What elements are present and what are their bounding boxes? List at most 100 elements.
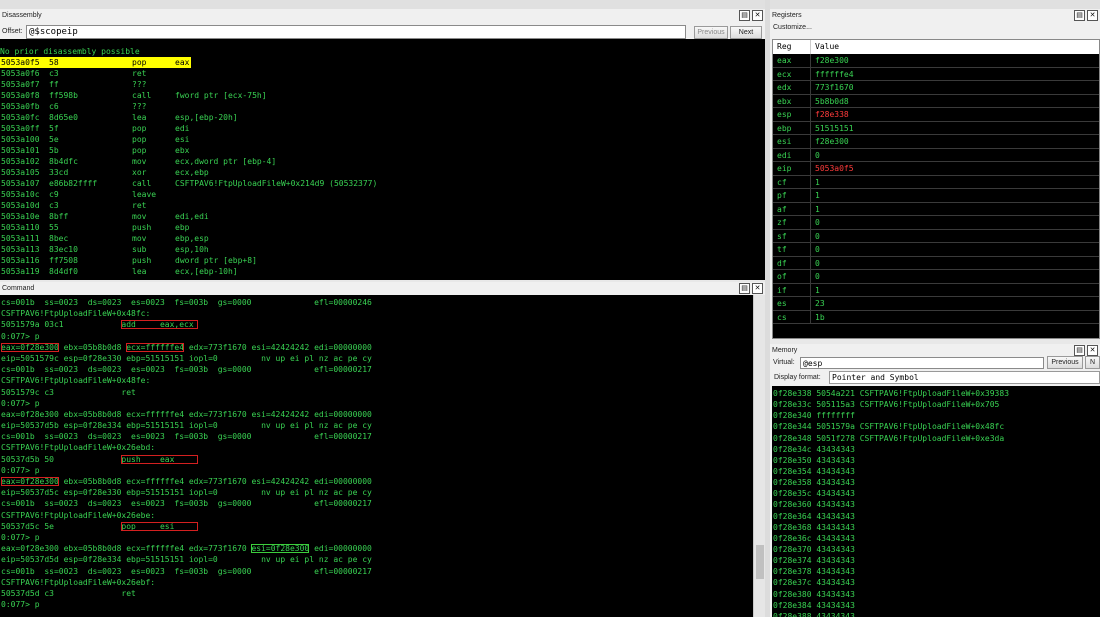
virtual-address-input[interactable]: @esp: [800, 357, 1044, 369]
highlighted-output: push eax: [121, 454, 199, 464]
register-row-edi[interactable]: edi 0: [773, 148, 1099, 162]
disassembly-line[interactable]: 5053a0fc 8d65e0 lea esp,[ebp-20h]: [0, 112, 765, 123]
close-icon[interactable]: ✕: [1087, 345, 1098, 356]
register-row-es[interactable]: es 23: [773, 297, 1099, 311]
register-value[interactable]: 1b: [811, 311, 825, 324]
register-row-edx[interactable]: edx 773f1670: [773, 81, 1099, 95]
register-name: ebx: [773, 94, 811, 107]
register-value[interactable]: 0: [811, 243, 820, 256]
next-button[interactable]: N: [1085, 356, 1100, 369]
register-value[interactable]: 0: [811, 230, 820, 243]
command-output-line: 0:077> p: [0, 532, 753, 543]
register-name: esi: [773, 135, 811, 148]
register-row-esi[interactable]: esi f28e300: [773, 135, 1099, 149]
window-menu-icon[interactable]: ▤: [739, 10, 750, 21]
instruction-address: 5053a10e: [1, 212, 40, 221]
disassembly-line[interactable]: 5053a111 8bec mov ebp,esp: [0, 233, 765, 244]
memory-line: 0f28e348 5051f278 CSFTPAV6!FtpUploadFile…: [773, 433, 1005, 443]
disassembly-line[interactable]: 5053a101 5b pop ebx: [0, 145, 765, 156]
disassembly-line[interactable]: 5053a110 55 push ebp: [0, 222, 765, 233]
command-output-line: CSFTPAV6!FtpUploadFileW+0x26ebe:: [0, 510, 753, 521]
register-row-pf[interactable]: pf 1: [773, 189, 1099, 203]
window-menu-icon[interactable]: ▤: [1074, 10, 1085, 21]
instruction-mnemonic: mov: [132, 157, 147, 166]
register-row-eip[interactable]: eip 5053a0f5: [773, 162, 1099, 176]
register-value[interactable]: f28e300: [811, 54, 849, 67]
register-row-ebp[interactable]: ebp 51515151: [773, 121, 1099, 135]
register-row-tf[interactable]: tf 0: [773, 243, 1099, 257]
instruction-mnemonic: ???: [132, 80, 147, 89]
prior-disassembly-note: No prior disassembly possible: [0, 47, 140, 56]
next-button[interactable]: Next: [730, 26, 762, 39]
command-output-line: 50537d5b 50 push eax: [0, 454, 753, 465]
current-instruction-line[interactable]: 5053a0f5 58 pop eax: [0, 57, 191, 68]
register-value[interactable]: 5053a0f5: [811, 162, 854, 175]
disassembly-line[interactable]: 5053a0fb c6???: [0, 101, 765, 112]
scrollbar-thumb[interactable]: [756, 545, 764, 579]
instruction-bytes: 8d65e0: [49, 113, 78, 122]
register-row-esp[interactable]: esp f28e338: [773, 108, 1099, 122]
disassembly-line[interactable]: 5053a0f7 ff???: [0, 79, 765, 90]
register-row-of[interactable]: of 0: [773, 270, 1099, 284]
register-row-ecx[interactable]: ecx ffffffe4: [773, 67, 1099, 81]
command-scrollbar[interactable]: [753, 295, 765, 617]
register-value[interactable]: 1: [811, 284, 820, 297]
disassembly-line[interactable]: 5053a0f8 ff598b call fword ptr [ecx-75h]: [0, 90, 765, 101]
command-output[interactable]: cs=001b ss=0023 ds=0023 es=0023 fs=003b …: [0, 295, 753, 617]
register-row-cs[interactable]: cs 1b: [773, 310, 1099, 324]
instruction-operands: esp,10h: [175, 245, 209, 254]
disassembly-line[interactable]: 5053a100 5e pop esi: [0, 134, 765, 145]
register-value[interactable]: 0: [811, 270, 820, 283]
previous-button[interactable]: Previous: [1047, 356, 1083, 369]
register-row-cf[interactable]: cf 1: [773, 175, 1099, 189]
register-value[interactable]: f28e338: [811, 108, 849, 121]
disassembly-listing[interactable]: No prior disassembly possible 5053a0f5 58…: [0, 39, 765, 280]
display-format-select[interactable]: Pointer and Symbol: [829, 371, 1100, 384]
register-row-zf[interactable]: zf 0: [773, 216, 1099, 230]
disassembly-line[interactable]: 5053a107 e86b82ffff call CSFTPAV6!FtpUpload…: [0, 178, 765, 189]
register-value[interactable]: 1: [811, 176, 820, 189]
disassembly-line[interactable]: 5053a0ff 5f pop edi: [0, 123, 765, 134]
register-value[interactable]: 1: [811, 189, 820, 202]
register-row-sf[interactable]: sf 0: [773, 229, 1099, 243]
register-value[interactable]: ffffffe4: [811, 68, 854, 81]
window-menu-icon[interactable]: ▤: [1074, 345, 1085, 356]
close-icon[interactable]: ✕: [752, 283, 763, 294]
disassembly-line[interactable]: 5053a105 33cd xor ecx,ebp: [0, 167, 765, 178]
previous-button[interactable]: Previous: [694, 26, 728, 39]
disassembly-line[interactable]: 5053a113 83ec10 sub esp,10h: [0, 244, 765, 255]
register-value[interactable]: 0: [811, 216, 820, 229]
instruction-operands: CSFTPAV6!FtpUploadFileW+0x214d9 (5053237…: [175, 179, 378, 188]
register-row-af[interactable]: af 1: [773, 202, 1099, 216]
register-value[interactable]: f28e300: [811, 135, 849, 148]
register-row-if[interactable]: if 1: [773, 283, 1099, 297]
disassembly-line[interactable]: 5053a10c c9 leave: [0, 189, 765, 200]
window-menu-icon[interactable]: ▤: [739, 283, 750, 294]
disassembly-line[interactable]: 5053a10d c3 ret: [0, 200, 765, 211]
register-value[interactable]: 0: [811, 257, 820, 270]
disassembly-line[interactable]: 5053a0f6 c3 ret: [0, 68, 765, 79]
register-value[interactable]: 0: [811, 149, 820, 162]
register-row-eax[interactable]: eax f28e300: [773, 54, 1099, 68]
disassembly-line[interactable]: 5053a119 8d4df0 lea ecx,[ebp-10h]: [0, 266, 765, 277]
customize-button[interactable]: Customize...: [773, 24, 812, 31]
instruction-mnemonic: push: [132, 256, 152, 265]
disassembly-line[interactable]: 5053a102 8b4dfc mov ecx,dword ptr [ebp-4]: [0, 156, 765, 167]
register-value[interactable]: 23: [811, 297, 825, 310]
col-reg-header[interactable]: Reg: [773, 40, 811, 54]
register-value[interactable]: 1: [811, 203, 820, 216]
col-value-header[interactable]: Value: [811, 40, 839, 54]
offset-input[interactable]: @$scopeip: [26, 25, 686, 39]
disassembly-line[interactable]: 5053a116 ff7508 push dword ptr [ebp+8]: [0, 255, 765, 266]
close-icon[interactable]: ✕: [1087, 10, 1098, 21]
memory-dump[interactable]: 0f28e338 5054a221 CSFTPAV6!FtpUploadFile…: [772, 386, 1100, 617]
register-row-ebx[interactable]: ebx 5b8b0d8: [773, 94, 1099, 108]
register-row-df[interactable]: df 0: [773, 256, 1099, 270]
register-value[interactable]: 773f1670: [811, 81, 854, 94]
register-value[interactable]: 51515151: [811, 122, 854, 135]
instruction-operands: eax: [175, 58, 190, 67]
disassembly-line[interactable]: 5053a10e 8bff mov edi,edi: [0, 211, 765, 222]
memory-line: 0f28e35c 43434343: [773, 489, 855, 499]
register-value[interactable]: 5b8b0d8: [811, 95, 849, 108]
close-icon[interactable]: ✕: [752, 10, 763, 21]
